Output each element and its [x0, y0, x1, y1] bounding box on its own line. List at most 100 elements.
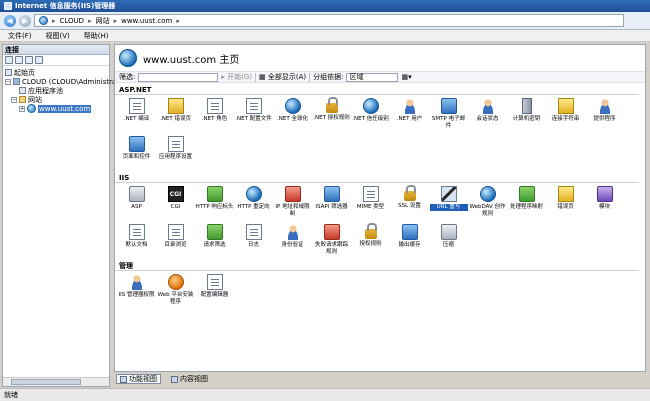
- breadcrumb-site[interactable]: www.uust.com: [121, 17, 172, 25]
- feature-item[interactable]: .NET 编译: [117, 95, 156, 133]
- group-by-select[interactable]: 区域: [346, 72, 399, 82]
- collapse-icon[interactable]: −: [11, 96, 17, 103]
- feature-item[interactable]: 配置编辑器: [195, 271, 234, 309]
- feature-label: 连接字符串: [551, 116, 580, 122]
- feature-item[interactable]: ASP: [117, 183, 156, 221]
- feature-label: 错误页: [557, 204, 574, 210]
- feature-item[interactable]: 授权规则: [351, 221, 390, 259]
- menu-view[interactable]: 视图(V): [46, 31, 70, 41]
- feature-item[interactable]: 计算机密钥: [507, 95, 546, 133]
- feature-item[interactable]: 提供程序: [585, 95, 624, 133]
- collapse-icon[interactable]: −: [5, 78, 11, 85]
- feature-label: 默认文档: [125, 242, 148, 248]
- page-title: www.uust.com 主页: [143, 54, 240, 66]
- feature-label: .NET 角色: [201, 116, 228, 122]
- red-icon: [284, 186, 301, 202]
- globe-icon: [39, 16, 48, 25]
- feature-item[interactable]: .NET 角色: [195, 95, 234, 133]
- feature-item[interactable]: 页面和控件: [117, 133, 156, 171]
- menu-bar: 文件(F) 视图(V) 帮助(H): [0, 30, 650, 42]
- feature-item[interactable]: ISAPI 筛选器: [312, 183, 351, 221]
- feature-item[interactable]: 压缩: [429, 221, 468, 259]
- tree-item-app-pools[interactable]: 应用程序池: [5, 86, 107, 95]
- feature-item[interactable]: .NET 授权规则: [312, 95, 351, 133]
- feature-item[interactable]: 会话状态: [468, 95, 507, 133]
- feature-item[interactable]: 日志: [234, 221, 273, 259]
- feature-item[interactable]: 处理程序映射: [507, 183, 546, 221]
- tree-item-site[interactable]: + www.uust.com: [5, 104, 107, 113]
- feature-item[interactable]: MIME 类型: [351, 183, 390, 221]
- feature-label: 计算机密钥: [512, 116, 541, 122]
- filter-input[interactable]: [138, 72, 219, 82]
- feature-item[interactable]: 默认文档: [117, 221, 156, 259]
- feature-item[interactable]: 错误页: [546, 183, 585, 221]
- breadcrumb-server[interactable]: CLOUD: [60, 17, 85, 25]
- feature-label: MIME 类型: [356, 204, 385, 210]
- breadcrumb[interactable]: ▸ CLOUD ▸ 网站 ▸ www.uust.com ▸: [34, 14, 624, 27]
- view-tabs: 功能视图 内容视图: [114, 373, 646, 385]
- feature-item[interactable]: Web 平台安装程序: [156, 271, 195, 309]
- feature-item[interactable]: 输出缓存: [390, 221, 429, 259]
- expand-icon[interactable]: +: [19, 105, 25, 112]
- feature-item[interactable]: .NET 信任级别: [351, 95, 390, 133]
- tab-content-view[interactable]: 内容视图: [167, 374, 212, 384]
- globe-icon: [245, 186, 262, 202]
- feature-item[interactable]: 连接字符串: [546, 95, 585, 133]
- feature-item[interactable]: .NET 错误页: [156, 95, 195, 133]
- feature-item[interactable]: SSL 设置: [390, 183, 429, 221]
- feature-item[interactable]: HTTP 响应标头: [195, 183, 234, 221]
- refresh-icon[interactable]: [35, 56, 43, 64]
- feature-label: WebDAV 创作规则: [469, 204, 506, 217]
- feature-item[interactable]: .NET 用户: [390, 95, 429, 133]
- feature-label: URL 重写: [429, 204, 468, 211]
- feature-label: 页面和控件: [122, 154, 151, 160]
- feature-item[interactable]: CGI CGI: [156, 183, 195, 221]
- connections-pane: 连接 起始页 − CLOUD (CLOUD\Administrator 应用程序…: [2, 44, 126, 387]
- go-button[interactable]: ▸ 开始(G): [221, 72, 252, 82]
- forward-icon[interactable]: ▶: [19, 14, 31, 27]
- up-icon[interactable]: [25, 56, 33, 64]
- feature-item[interactable]: HTTP 重定向: [234, 183, 273, 221]
- breadcrumb-sites[interactable]: 网站: [96, 16, 110, 26]
- show-all-button[interactable]: ▦ 全部显示(A): [259, 72, 306, 82]
- tree-item-sites[interactable]: − 网站: [5, 95, 107, 104]
- feature-item[interactable]: URL 重写: [429, 183, 468, 221]
- tree-item-start-page[interactable]: 起始页: [5, 68, 107, 77]
- feature-label: SSL 设置: [398, 203, 421, 209]
- view-mode-icon[interactable]: ▦▾: [401, 73, 411, 81]
- feature-item[interactable]: WebDAV 创作规则: [468, 183, 507, 221]
- feature-item[interactable]: 模块: [585, 183, 624, 221]
- feature-item[interactable]: IIS 管理器权限: [117, 271, 156, 309]
- doc-icon: [245, 98, 262, 114]
- feature-item[interactable]: 请求筛选: [195, 221, 234, 259]
- horizontal-scrollbar[interactable]: [3, 377, 109, 386]
- save-icon[interactable]: [15, 56, 23, 64]
- feature-item[interactable]: .NET 配置文件: [234, 95, 273, 133]
- tab-features-view[interactable]: 功能视图: [116, 374, 161, 384]
- feature-item[interactable]: 失败请求跟踪规则: [312, 221, 351, 259]
- feature-item[interactable]: .NET 全球化: [273, 95, 312, 133]
- back-icon[interactable]: ◀: [4, 14, 16, 27]
- feature-label: 处理程序映射: [509, 204, 543, 210]
- menu-help[interactable]: 帮助(H): [84, 31, 109, 41]
- feature-label: .NET 错误页: [160, 116, 191, 122]
- connect-icon[interactable]: [5, 56, 13, 64]
- scrollbar-thumb[interactable]: [11, 379, 81, 385]
- globe-icon: [284, 98, 301, 114]
- feature-item[interactable]: 应用程序设置: [156, 133, 195, 171]
- feature-item[interactable]: IP 地址和域限制: [273, 183, 312, 221]
- feature-label: Web 平台安装程序: [157, 292, 194, 305]
- feature-item[interactable]: 身份验证: [273, 221, 312, 259]
- title-bar: Internet 信息服务(IIS)管理器: [0, 0, 650, 12]
- doc-icon: [362, 186, 379, 202]
- menu-file[interactable]: 文件(F): [8, 31, 32, 41]
- feature-item[interactable]: 目录浏览: [156, 221, 195, 259]
- globe-icon: [362, 98, 379, 114]
- features-pane: www.uust.com 主页 筛选: ▸ 开始(G) ▦ 全部显示(A) 分组…: [114, 44, 646, 372]
- features-view-icon: [120, 375, 127, 383]
- feature-label: 输出缓存: [398, 242, 421, 248]
- feature-item[interactable]: SMTP 电子邮件: [429, 95, 468, 133]
- blue-icon: [128, 136, 145, 152]
- group-title: ASP.NET: [115, 86, 639, 95]
- feature-label: .NET 信任级别: [352, 116, 389, 122]
